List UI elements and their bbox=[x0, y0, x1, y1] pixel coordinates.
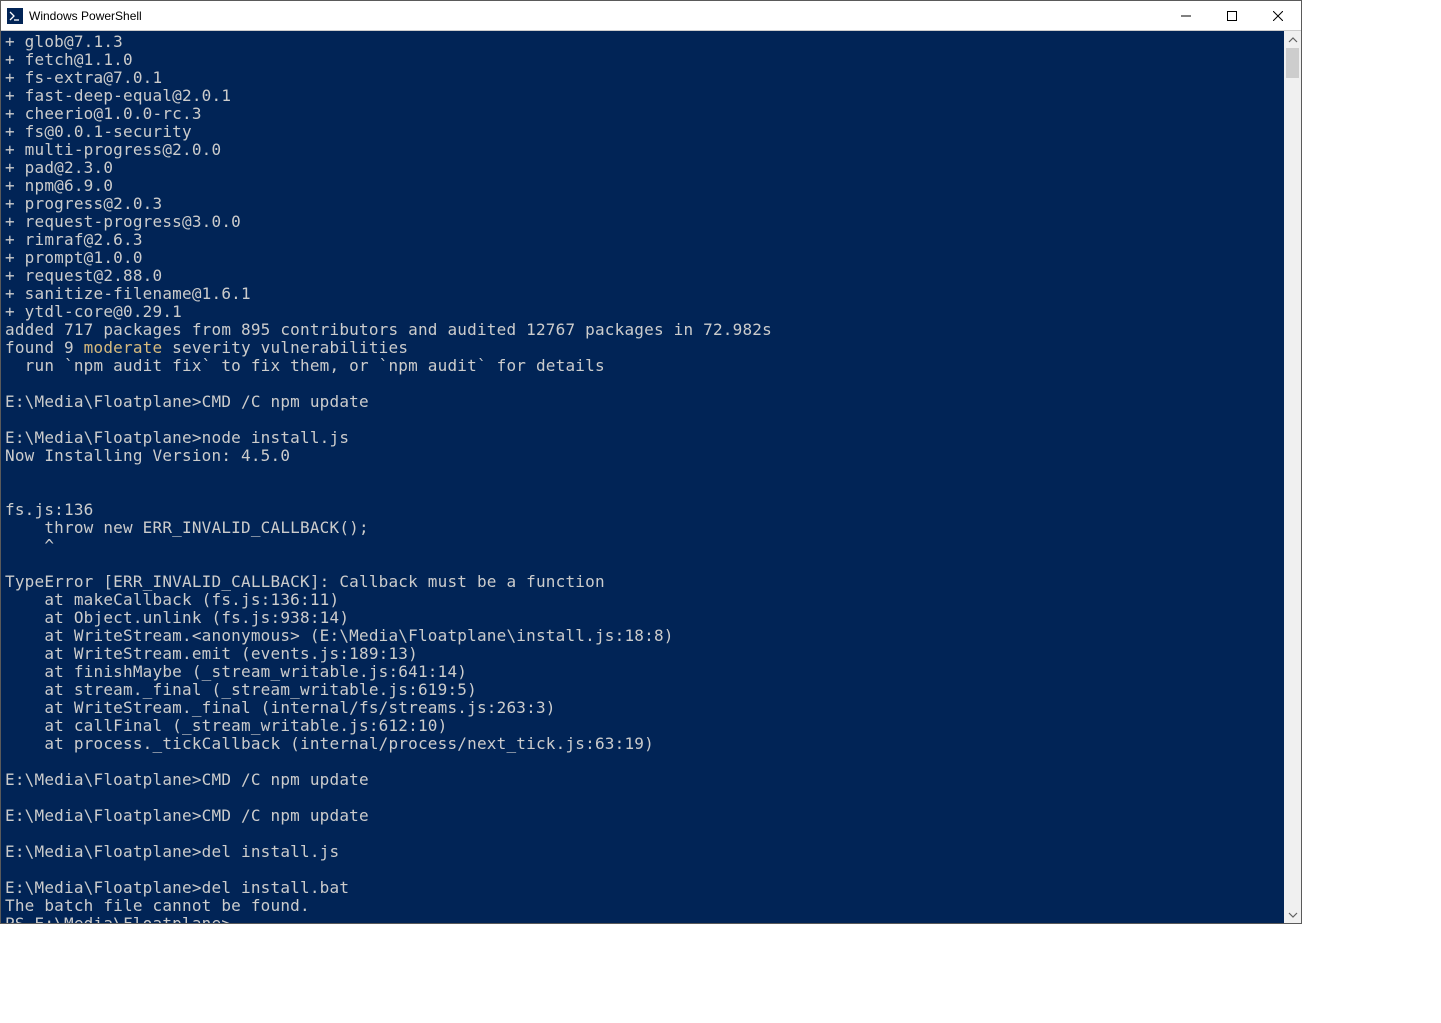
terminal-line: + ytdl-core@0.29.1 bbox=[5, 303, 1280, 321]
terminal-line bbox=[5, 555, 1280, 573]
terminal-line bbox=[5, 465, 1280, 483]
terminal-line bbox=[5, 753, 1280, 771]
window-controls bbox=[1163, 1, 1301, 30]
terminal-line: + fetch@1.1.0 bbox=[5, 51, 1280, 69]
terminal-line: The batch file cannot be found. bbox=[5, 897, 1280, 915]
scroll-down-arrow-icon[interactable] bbox=[1284, 906, 1301, 923]
terminal-line: throw new ERR_INVALID_CALLBACK(); bbox=[5, 519, 1280, 537]
terminal-line: + request-progress@3.0.0 bbox=[5, 213, 1280, 231]
terminal-line: at callFinal (_stream_writable.js:612:10… bbox=[5, 717, 1280, 735]
terminal-line: + glob@7.1.3 bbox=[5, 33, 1280, 51]
terminal-line bbox=[5, 789, 1280, 807]
terminal-line: E:\Media\Floatplane>CMD /C npm update bbox=[5, 807, 1280, 825]
terminal-line: + progress@2.0.3 bbox=[5, 195, 1280, 213]
terminal-line: at Object.unlink (fs.js:938:14) bbox=[5, 609, 1280, 627]
terminal-output[interactable]: + glob@7.1.3+ fetch@1.1.0+ fs-extra@7.0.… bbox=[1, 31, 1284, 923]
terminal-line: at finishMaybe (_stream_writable.js:641:… bbox=[5, 663, 1280, 681]
titlebar[interactable]: Windows PowerShell bbox=[1, 1, 1301, 31]
terminal-line bbox=[5, 825, 1280, 843]
terminal-line: + cheerio@1.0.0-rc.3 bbox=[5, 105, 1280, 123]
scroll-up-arrow-icon[interactable] bbox=[1284, 31, 1301, 48]
terminal-line: E:\Media\Floatplane>del install.js bbox=[5, 843, 1280, 861]
terminal-line: at WriteStream._final (internal/fs/strea… bbox=[5, 699, 1280, 717]
terminal-line: + pad@2.3.0 bbox=[5, 159, 1280, 177]
terminal-line: + fs-extra@7.0.1 bbox=[5, 69, 1280, 87]
terminal-prompt[interactable]: PS E:\Media\Floatplane> bbox=[5, 915, 1280, 923]
terminal-line: TypeError [ERR_INVALID_CALLBACK]: Callba… bbox=[5, 573, 1280, 591]
close-button[interactable] bbox=[1255, 1, 1301, 30]
terminal-line: added 717 packages from 895 contributors… bbox=[5, 321, 1280, 339]
terminal-line bbox=[5, 861, 1280, 879]
terminal-line: + fs@0.0.1-security bbox=[5, 123, 1280, 141]
terminal-line: at stream._final (_stream_writable.js:61… bbox=[5, 681, 1280, 699]
terminal-line: at makeCallback (fs.js:136:11) bbox=[5, 591, 1280, 609]
terminal-line: + fast-deep-equal@2.0.1 bbox=[5, 87, 1280, 105]
scrollbar-vertical[interactable] bbox=[1284, 31, 1301, 923]
terminal-container: + glob@7.1.3+ fetch@1.1.0+ fs-extra@7.0.… bbox=[1, 31, 1301, 923]
terminal-line bbox=[5, 375, 1280, 393]
terminal-line: E:\Media\Floatplane>CMD /C npm update bbox=[5, 771, 1280, 789]
terminal-line: + rimraf@2.6.3 bbox=[5, 231, 1280, 249]
minimize-button[interactable] bbox=[1163, 1, 1209, 30]
terminal-line: + multi-progress@2.0.0 bbox=[5, 141, 1280, 159]
terminal-line: + request@2.88.0 bbox=[5, 267, 1280, 285]
terminal-line bbox=[5, 483, 1280, 501]
terminal-line: at WriteStream.<anonymous> (E:\Media\Flo… bbox=[5, 627, 1280, 645]
terminal-line: E:\Media\Floatplane>CMD /C npm update bbox=[5, 393, 1280, 411]
maximize-button[interactable] bbox=[1209, 1, 1255, 30]
terminal-line bbox=[5, 411, 1280, 429]
terminal-line: run `npm audit fix` to fix them, or `npm… bbox=[5, 357, 1280, 375]
terminal-line: E:\Media\Floatplane>node install.js bbox=[5, 429, 1280, 447]
terminal-line: + sanitize-filename@1.6.1 bbox=[5, 285, 1280, 303]
terminal-line: E:\Media\Floatplane>del install.bat bbox=[5, 879, 1280, 897]
terminal-line: + npm@6.9.0 bbox=[5, 177, 1280, 195]
powershell-icon bbox=[7, 8, 23, 24]
terminal-line: at WriteStream.emit (events.js:189:13) bbox=[5, 645, 1280, 663]
scroll-thumb[interactable] bbox=[1286, 48, 1299, 78]
window-title: Windows PowerShell bbox=[29, 9, 1163, 23]
terminal-line: fs.js:136 bbox=[5, 501, 1280, 519]
terminal-line: + prompt@1.0.0 bbox=[5, 249, 1280, 267]
terminal-line: found 9 moderate severity vulnerabilitie… bbox=[5, 339, 1280, 357]
terminal-line: ^ bbox=[5, 537, 1280, 555]
terminal-line: Now Installing Version: 4.5.0 bbox=[5, 447, 1280, 465]
terminal-line: at process._tickCallback (internal/proce… bbox=[5, 735, 1280, 753]
